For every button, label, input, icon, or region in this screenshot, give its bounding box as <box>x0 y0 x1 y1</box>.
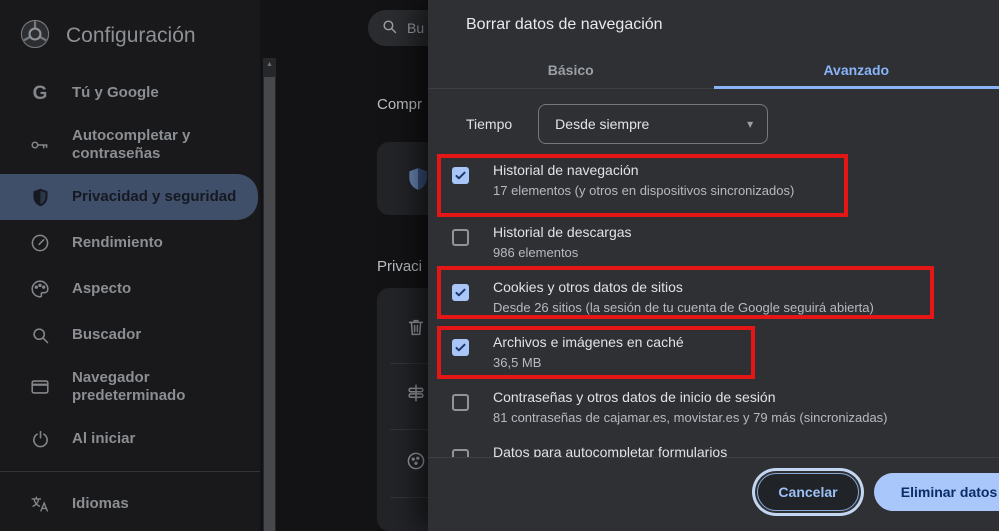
scrollbar-thumb[interactable] <box>264 77 275 531</box>
chrome-logo-icon <box>18 17 52 56</box>
time-label: Tiempo <box>466 116 513 132</box>
scrollbar-up-arrow[interactable]: ▲ <box>263 61 276 68</box>
checkbox-checked[interactable] <box>452 284 469 301</box>
page-title: Configuración <box>66 24 196 47</box>
sidebar-item-descargas[interactable]: Descargas <box>0 527 260 531</box>
section-heading-comprobacion: Compr <box>377 96 423 113</box>
tab-avanzado[interactable]: Avanzado <box>714 52 999 88</box>
sidebar-item-privacidad-y-seguridad[interactable]: Privacidad y seguridad <box>0 174 258 220</box>
sidebar-nav: G Tú y Google Autocompletar y contraseña… <box>0 70 260 531</box>
sidebar-item-idiomas[interactable]: Idiomas <box>0 481 260 527</box>
power-icon <box>28 427 52 451</box>
row-title: Cookies y otros datos de sitios <box>493 279 683 295</box>
row-subtitle: Desde 26 sitios (la sesión de tu cuenta … <box>493 300 874 315</box>
translate-icon <box>28 492 52 516</box>
row-historial-navegacion[interactable]: Historial de navegación 17 elementos (y … <box>428 150 999 214</box>
sidebar-item-rendimiento[interactable]: Rendimiento <box>0 220 260 266</box>
row-cookies[interactable]: Cookies y otros datos de sitios Desde 26… <box>428 269 999 324</box>
checkbox-checked[interactable] <box>452 167 469 184</box>
row-subtitle: 36,5 MB <box>493 355 542 370</box>
google-g-icon: G <box>32 82 48 104</box>
key-icon <box>28 133 52 157</box>
shield-icon <box>28 185 52 209</box>
sidebar-item-tu-y-google[interactable]: G Tú y Google <box>0 70 260 116</box>
tab-basico[interactable]: Básico <box>428 52 714 88</box>
browser-window-icon <box>28 375 52 399</box>
search-text: Bu <box>407 20 425 36</box>
dialog-title: Borrar datos de navegación <box>466 16 663 33</box>
checkbox-unchecked[interactable] <box>452 229 469 246</box>
speedometer-icon <box>28 231 52 255</box>
sidebar-divider <box>0 471 260 472</box>
chrome-settings-page: Configuración G Tú y Google Autocompleta… <box>0 0 999 531</box>
row-subtitle: 986 elementos <box>493 245 579 260</box>
settings-sidebar: Configuración G Tú y Google Autocompleta… <box>0 0 260 531</box>
delete-data-button[interactable]: Eliminar datos <box>874 473 999 511</box>
time-range-value: Desde siempre <box>555 116 650 132</box>
palette-icon <box>28 277 52 301</box>
row-title: Historial de descargas <box>493 224 632 240</box>
data-type-list: Historial de navegación 17 elementos (y … <box>428 150 999 458</box>
checkbox-unchecked[interactable] <box>452 394 469 411</box>
row-subtitle: 17 elementos (y otros en dispositivos si… <box>493 183 795 198</box>
row-title: Historial de navegación <box>493 162 639 178</box>
sidebar-item-aspecto[interactable]: Aspecto <box>0 266 260 312</box>
row-historial-descargas[interactable]: Historial de descargas 986 elementos <box>428 214 999 269</box>
time-range-select[interactable]: Desde siempre ▾ <box>538 104 769 144</box>
cancel-button[interactable]: Cancelar <box>757 473 859 511</box>
trash-icon[interactable] <box>405 316 427 343</box>
row-contrasenas[interactable]: Contraseñas y otros datos de inicio de s… <box>428 379 999 434</box>
sidebar-item-autocompletar[interactable]: Autocompletar y contraseñas <box>0 116 260 174</box>
checkbox-checked[interactable] <box>452 339 469 356</box>
search-icon <box>381 18 398 38</box>
sidebar-item-al-iniciar[interactable]: Al iniciar <box>0 416 260 462</box>
row-autocompletar[interactable]: Datos para autocompletar formularios <box>428 434 999 458</box>
search-icon <box>28 323 52 347</box>
time-range-row: Tiempo Desde siempre ▾ <box>466 104 769 144</box>
row-title: Archivos e imágenes en caché <box>493 334 684 350</box>
dialog-tabs: Básico Avanzado <box>428 52 999 89</box>
sidebar-item-buscador[interactable]: Buscador <box>0 312 260 358</box>
sidebar-item-navegador-predeterminado[interactable]: Navegador predeterminado <box>0 358 260 416</box>
settings-content: Bu Compr Privaci <box>277 0 488 531</box>
content-scrollbar[interactable]: ▲ <box>263 58 276 531</box>
section-heading-privacidad: Privaci <box>377 258 423 275</box>
row-subtitle: 81 contraseñas de cajamar.es, movistar.e… <box>493 410 888 425</box>
sidebar-header: Configuración <box>0 0 260 70</box>
signpost-icon[interactable] <box>405 382 427 409</box>
active-tab-underline <box>713 86 999 89</box>
row-title: Contraseñas y otros datos de inicio de s… <box>493 389 776 405</box>
row-cache[interactable]: Archivos e imágenes en caché 36,5 MB <box>428 324 999 379</box>
dialog-footer: Cancelar Eliminar datos <box>428 457 999 531</box>
clear-browsing-data-dialog: Borrar datos de navegación Básico Avanza… <box>428 0 999 531</box>
cookie-icon[interactable] <box>405 450 427 477</box>
row-title: Datos para autocompletar formularios <box>493 444 728 458</box>
chevron-down-icon: ▾ <box>747 117 754 131</box>
